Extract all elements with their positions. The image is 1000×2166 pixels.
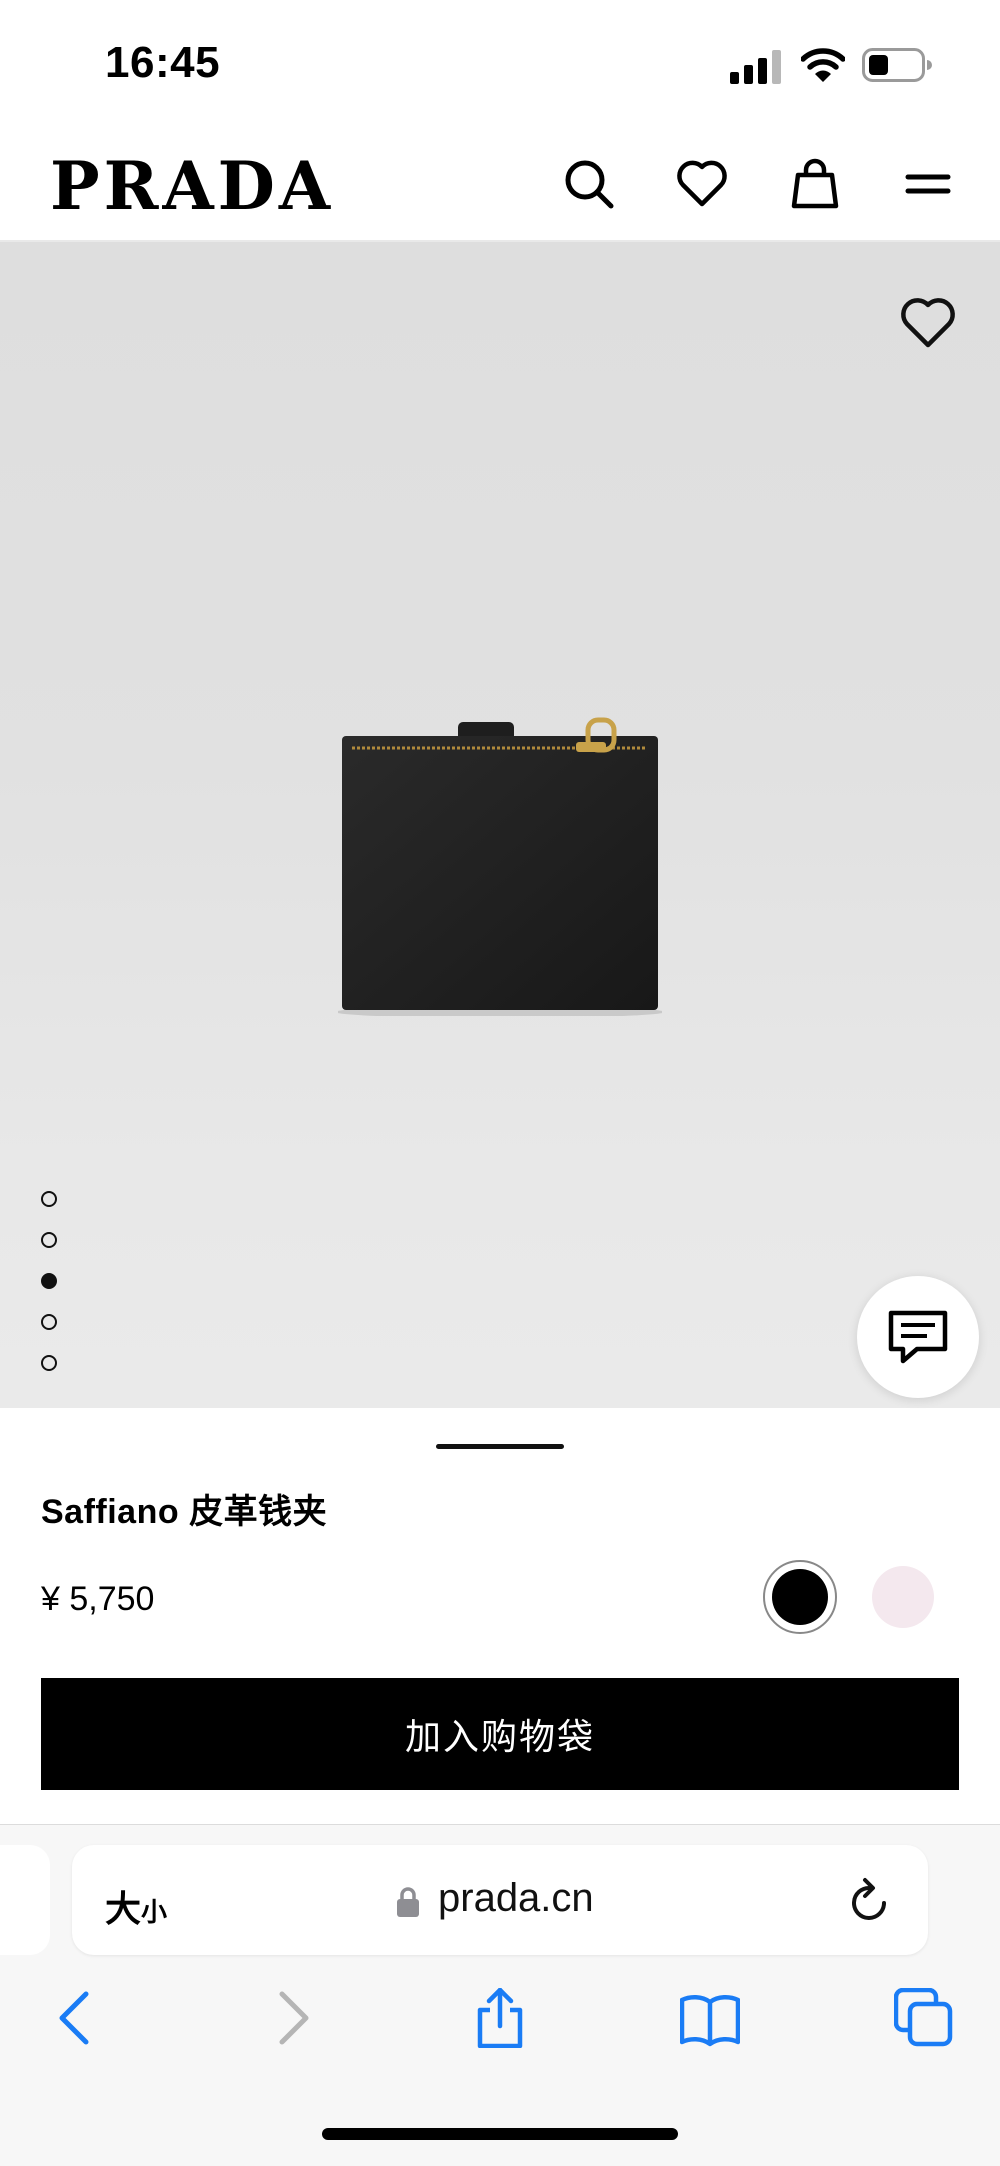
prada-logo[interactable]: PRADA [50, 148, 334, 224]
back-arrow-icon[interactable] [46, 1988, 106, 2048]
add-to-wishlist-heart-icon[interactable] [900, 296, 956, 350]
forward-arrow-icon[interactable] [262, 1988, 322, 2048]
reload-icon[interactable] [848, 1875, 892, 1923]
wishlist-heart-icon[interactable] [676, 158, 728, 210]
color-swatch-pink[interactable] [872, 1566, 934, 1628]
add-to-bag-button[interactable]: 加入购物袋 [41, 1678, 959, 1790]
previous-tab-peek[interactable] [0, 1845, 50, 1955]
status-time: 16:45 [105, 38, 221, 87]
wifi-icon [801, 48, 845, 82]
color-swatch-black[interactable] [772, 1569, 828, 1625]
home-indicator[interactable] [322, 2128, 678, 2140]
text-size-label-small: 小 [141, 1897, 168, 1927]
chat-button[interactable] [857, 1276, 979, 1398]
tabs-overview-icon[interactable] [894, 1988, 954, 2048]
search-icon[interactable] [563, 158, 615, 210]
gallery-dot-3-active[interactable] [41, 1273, 57, 1289]
wallet-product-image [338, 717, 662, 1016]
product-price: ¥ 5,750 [41, 1580, 155, 1618]
gallery-dot-2[interactable] [41, 1232, 57, 1248]
gallery-dot-4[interactable] [41, 1314, 57, 1330]
bookmarks-book-icon[interactable] [680, 1988, 740, 2048]
chat-bubble-icon [888, 1310, 948, 1364]
battery-icon [862, 48, 932, 82]
gallery-dot-1[interactable] [41, 1191, 57, 1207]
share-icon[interactable] [470, 1988, 530, 2048]
product-name: Saffiano 皮革钱夹 [41, 1493, 328, 1531]
text-size-label-big: 大 [105, 1888, 142, 1929]
menu-icon[interactable] [902, 158, 954, 210]
lock-icon [397, 1887, 419, 1917]
cellular-signal-icon [730, 50, 781, 84]
shopping-bag-icon[interactable] [789, 158, 841, 210]
gallery-dot-5[interactable] [41, 1355, 57, 1371]
text-size-button[interactable]: 大小 [105, 1880, 167, 1932]
sheet-drag-handle[interactable] [436, 1444, 564, 1449]
url-text[interactable]: prada.cn [438, 1876, 594, 1921]
